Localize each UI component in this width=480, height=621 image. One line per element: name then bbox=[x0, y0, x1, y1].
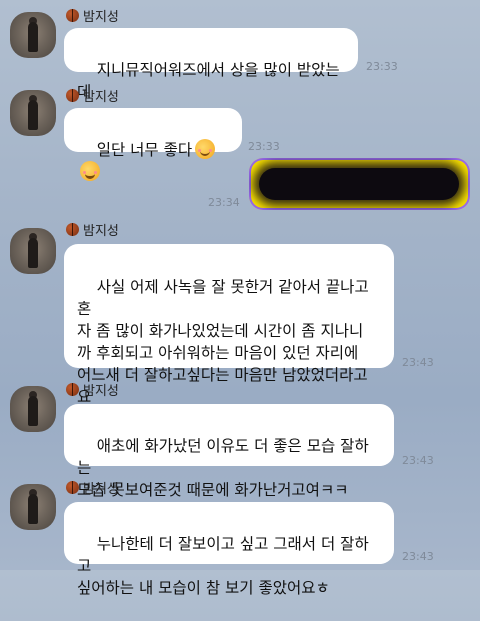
smiling-blush-icon bbox=[195, 139, 216, 159]
grinning-squint-icon bbox=[80, 161, 100, 181]
basketball-icon bbox=[66, 222, 79, 236]
basketball-icon bbox=[66, 480, 79, 494]
redaction-overlay bbox=[259, 168, 459, 200]
sender-name: 밤지성 bbox=[66, 6, 119, 25]
message-time: 23:33 bbox=[366, 60, 398, 73]
message-bubble[interactable]: 지니뮤직어워즈에서 상을 많이 받았는데 bbox=[64, 28, 358, 101]
message-5: 밤지성 애초에 화가났던 이유도 더 좋은 모습 잘하는 모습 못보여준것 때문… bbox=[0, 378, 480, 499]
basketball-icon bbox=[66, 8, 79, 22]
message-4: 밤지성 사실 어제 사녹을 잘 못한거 같아서 끝나고 혼 자 좀 많이 화가나… bbox=[0, 218, 480, 406]
message-bubble[interactable]: 애초에 화가났던 이유도 더 좋은 모습 잘하는 모습 못보여준것 때문에 화가… bbox=[64, 404, 394, 499]
avatar[interactable] bbox=[10, 386, 56, 432]
basketball-icon bbox=[66, 382, 79, 396]
message-1: 밤지성 지니뮤직어워즈에서 상을 많이 받았는데 23:33 bbox=[0, 4, 480, 101]
message-bubble[interactable]: 누나한테 더 잘보이고 싶고 그래서 더 잘하고 싶어하는 내 모습이 참 보기… bbox=[64, 502, 394, 597]
message-bubble[interactable]: 사실 어제 사녹을 잘 못한거 같아서 끝나고 혼 자 좀 많이 화가나있었는데… bbox=[64, 244, 394, 406]
basketball-icon bbox=[66, 88, 79, 102]
message-time: 23:43 bbox=[402, 356, 434, 369]
outgoing-message-bubble[interactable] bbox=[249, 158, 470, 210]
avatar[interactable] bbox=[10, 12, 56, 58]
message-bubble[interactable]: 일단 너무 좋다 bbox=[64, 108, 242, 181]
message-time: 23:43 bbox=[402, 550, 434, 563]
sender-name: 밤지성 bbox=[66, 380, 119, 399]
avatar[interactable] bbox=[10, 90, 56, 136]
message-time: 23:33 bbox=[248, 140, 280, 153]
sender-name: 밤지성 bbox=[66, 220, 119, 239]
avatar[interactable] bbox=[10, 484, 56, 530]
message-2: 밤지성 일단 너무 좋다 23:33 bbox=[0, 84, 480, 181]
sender-name: 밤지성 bbox=[66, 86, 119, 105]
message-6: 밤지성 누나한테 더 잘보이고 싶고 그래서 더 잘하고 싶어하는 내 모습이 … bbox=[0, 476, 480, 597]
avatar[interactable] bbox=[10, 228, 56, 274]
message-time: 23:34 bbox=[208, 196, 240, 209]
message-time: 23:43 bbox=[402, 454, 434, 467]
sender-name: 밤지성 bbox=[66, 478, 119, 497]
